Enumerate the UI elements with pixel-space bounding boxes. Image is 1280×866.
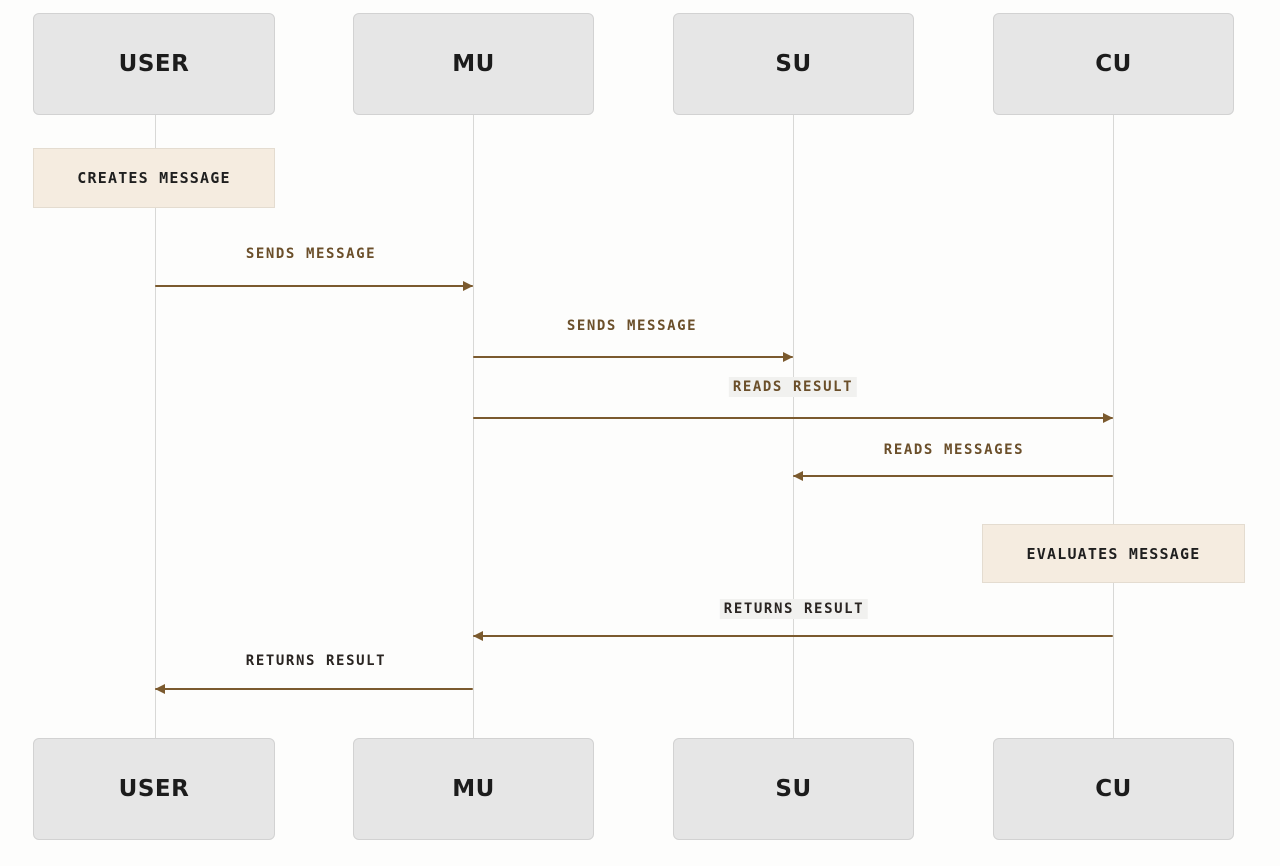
message-label: SENDS MESSAGE xyxy=(245,246,377,262)
participant-mu-top[interactable]: MU xyxy=(353,13,594,115)
lifeline-mu xyxy=(473,115,474,738)
participant-cu-top[interactable]: CU xyxy=(993,13,1234,115)
message-label: SENDS MESSAGE xyxy=(566,318,698,334)
message-line xyxy=(793,475,1113,477)
participant-cu-bottom[interactable]: CU xyxy=(993,738,1234,840)
message-line xyxy=(155,285,473,287)
participant-label: MU xyxy=(452,775,495,802)
sequence-diagram-canvas: USER MU SU CU SENDS MESSAGE SENDS MESSAGE REA… xyxy=(0,0,1280,866)
message-label: RETURNS RESULT xyxy=(245,653,387,669)
participant-user-top[interactable]: USER xyxy=(33,13,275,115)
participant-user-bottom[interactable]: USER xyxy=(33,738,275,840)
note-creates-message: CREATES MESSAGE xyxy=(33,148,275,208)
participant-su-bottom[interactable]: SU xyxy=(673,738,914,840)
participant-su-top[interactable]: SU xyxy=(673,13,914,115)
arrowhead-left-icon xyxy=(155,684,165,694)
note-evaluates-message: EVALUATES MESSAGE xyxy=(982,524,1245,583)
participant-label: SU xyxy=(775,775,812,802)
message-line xyxy=(473,356,793,358)
participant-label: CU xyxy=(1095,775,1132,802)
note-label: CREATES MESSAGE xyxy=(77,169,231,187)
arrowhead-right-icon xyxy=(1103,413,1113,423)
message-label: READS RESULT xyxy=(728,377,858,397)
arrowhead-left-icon xyxy=(473,631,483,641)
lifeline-su xyxy=(793,115,794,738)
arrowhead-left-icon xyxy=(793,471,803,481)
note-label: EVALUATES MESSAGE xyxy=(1026,544,1201,563)
message-line xyxy=(155,688,473,690)
lifeline-user xyxy=(155,115,156,738)
arrowhead-right-icon xyxy=(463,281,473,291)
participant-label: CU xyxy=(1095,50,1132,77)
message-line xyxy=(473,635,1113,637)
message-label: RETURNS RESULT xyxy=(719,599,869,619)
message-line xyxy=(473,417,1113,419)
participant-label: SU xyxy=(775,50,812,77)
participant-mu-bottom[interactable]: MU xyxy=(353,738,594,840)
arrowhead-right-icon xyxy=(783,352,793,362)
participant-label: USER xyxy=(118,775,190,802)
message-label: READS MESSAGES xyxy=(883,442,1025,458)
lifeline-cu xyxy=(1113,115,1114,738)
participant-label: MU xyxy=(452,50,495,77)
participant-label: USER xyxy=(118,50,190,77)
